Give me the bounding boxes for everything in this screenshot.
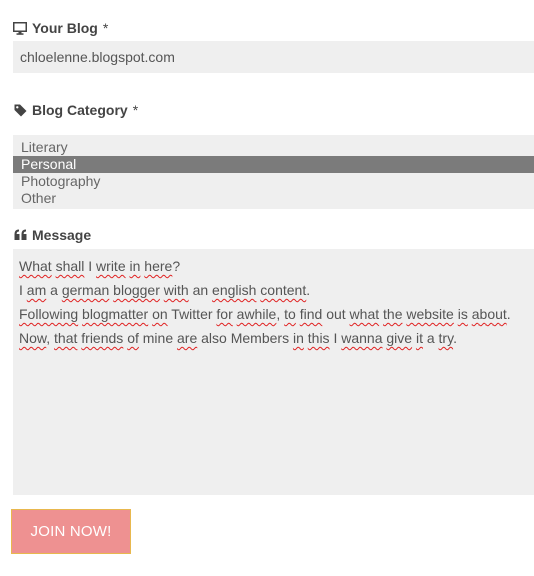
message-line-2: I am a german blogger with an english co… <box>19 282 311 298</box>
message-label-text: Message <box>32 227 92 243</box>
blog-required-mark: * <box>102 20 109 36</box>
signup-form: Your Blog * chloelenne.blogspot.com Blog… <box>0 0 534 576</box>
category-required-mark: * <box>132 102 139 118</box>
blog-label-text: Your Blog <box>32 20 98 36</box>
category-option-photography[interactable]: Photography <box>13 173 534 190</box>
blog-url-input[interactable]: chloelenne.blogspot.com <box>13 41 534 73</box>
category-select[interactable]: Literary Personal Photography Other <box>13 135 534 209</box>
blog-url-value: chloelenne.blogspot.com <box>20 49 175 65</box>
category-option-personal[interactable]: Personal <box>13 156 534 173</box>
quote-icon <box>13 228 27 242</box>
message-textarea[interactable]: What shall I write in here? I am a germa… <box>13 249 534 495</box>
message-line-1: What shall I write in here? <box>19 258 181 274</box>
category-label: Blog Category * <box>13 102 138 118</box>
message-line-4: Now, that friends of mine are also Membe… <box>19 330 457 346</box>
category-option-literary[interactable]: Literary <box>13 139 534 156</box>
blog-label: Your Blog * <box>13 20 108 36</box>
monitor-icon <box>13 21 27 35</box>
category-label-text: Blog Category <box>32 102 128 118</box>
join-now-button[interactable]: JOIN NOW! <box>11 509 131 554</box>
tag-icon <box>13 103 27 117</box>
message-line-3: Following blogmatter on Twitter for awhi… <box>19 306 511 322</box>
category-option-other[interactable]: Other <box>13 190 534 207</box>
message-label: Message <box>13 227 91 243</box>
